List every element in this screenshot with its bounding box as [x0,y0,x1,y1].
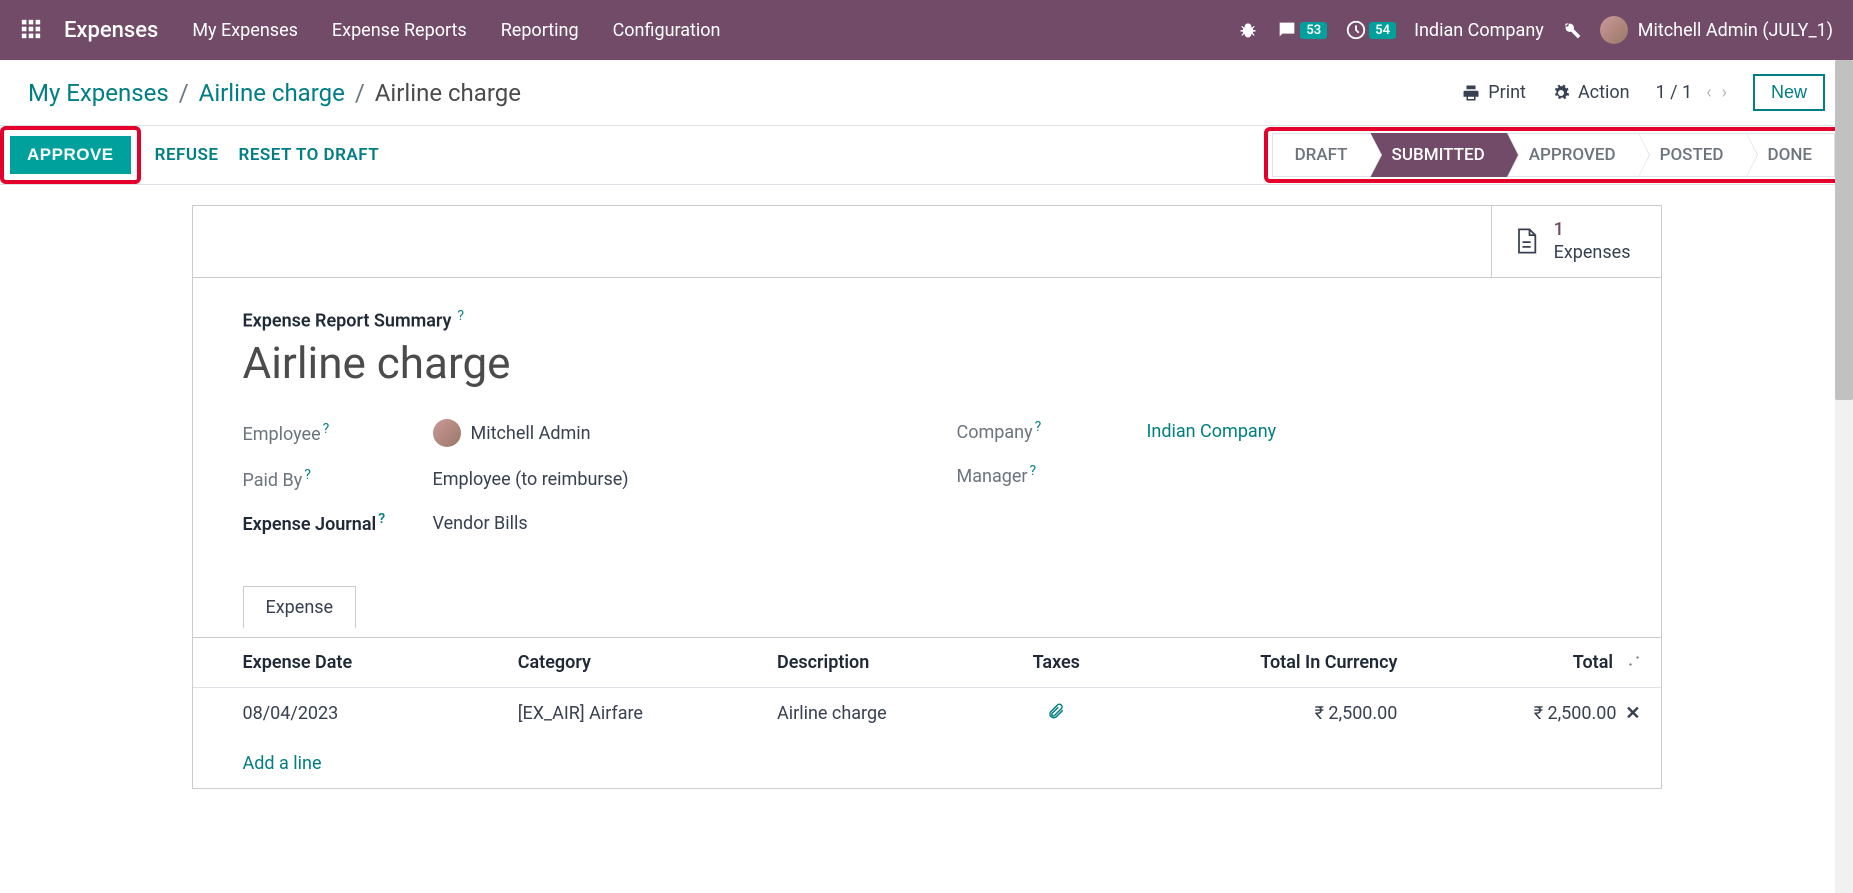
navbar-right: 53 54 Indian Company Mitchell Admin (JUL… [1238,16,1833,44]
nav-expense-reports[interactable]: Expense Reports [332,20,467,41]
cell-total: ₹ 2,500.00 [1534,703,1617,724]
th-category[interactable]: Category [518,638,777,688]
breadcrumb: My Expenses / Airline charge / Airline c… [28,79,521,107]
avatar-icon [1600,16,1628,44]
status-approved[interactable]: APPROVED [1507,133,1638,177]
top-navbar: Expenses My Expenses Expense Reports Rep… [0,0,1853,60]
help-icon[interactable]: ? [323,421,330,437]
help-icon[interactable]: ? [1030,463,1037,479]
statusbar-row: APPROVE REFUSE RESET TO DRAFT DRAFT SUBM… [0,126,1853,185]
user-menu[interactable]: Mitchell Admin (JULY_1) [1600,16,1833,44]
document-icon [1512,227,1540,255]
th-description[interactable]: Description [777,638,1006,688]
employee-value: Mitchell Admin [471,423,591,444]
cp-actions: Print Action 1 / 1 ‹ › New [1462,74,1825,111]
column-settings-icon[interactable] [1622,652,1640,673]
nav-links: My Expenses Expense Reports Reporting Co… [192,20,720,41]
breadcrumb-airline-charge[interactable]: Airline charge [199,79,345,107]
action-dropdown[interactable]: Action [1552,82,1630,103]
breadcrumb-current: Airline charge [375,79,521,107]
th-total-label: Total [1573,652,1613,673]
approve-button[interactable]: APPROVE [10,136,131,174]
nav-configuration[interactable]: Configuration [613,20,721,41]
company-selector[interactable]: Indian Company [1414,20,1544,41]
tools-icon[interactable] [1562,20,1582,40]
gear-icon [1552,84,1570,102]
messages-badge: 53 [1300,22,1327,39]
table-row[interactable]: 08/04/2023 [EX_AIR] Airfare Airline char… [193,688,1661,740]
delete-row-icon[interactable]: ✕ [1625,703,1640,724]
help-icon[interactable]: ? [1035,419,1042,435]
breadcrumb-sep: / [179,79,189,107]
status-posted[interactable]: POSTED [1638,133,1746,177]
stat-buttons: 1 Expenses [193,206,1661,278]
bug-icon[interactable] [1238,20,1258,40]
new-button[interactable]: New [1753,74,1825,111]
attachment-icon[interactable] [1047,704,1065,725]
pager: 1 / 1 ‹ › [1656,82,1727,103]
approve-highlight: APPROVE [0,126,141,184]
summary-label: Expense Report Summary [243,310,452,331]
reset-to-draft-button[interactable]: RESET TO DRAFT [239,145,380,165]
th-taxes[interactable]: Taxes [1006,638,1116,688]
tabs: Expense [243,585,1611,627]
manager-label: Manager? [957,463,1147,487]
add-line-button[interactable]: Add a line [193,739,1661,788]
th-total[interactable]: Total [1417,638,1660,688]
stat-count: 1 [1554,218,1631,241]
avatar-icon [433,419,461,447]
tab-expense[interactable]: Expense [243,586,357,628]
pager-text: 1 / 1 [1656,82,1693,103]
expense-table: Expense Date Category Description Taxes … [193,637,1661,788]
cell-category: [EX_AIR] Airfare [518,688,777,740]
breadcrumb-my-expenses[interactable]: My Expenses [28,79,169,107]
employee-field[interactable]: Mitchell Admin [433,419,591,447]
employee-label: Employee? [243,421,433,445]
paidby-field[interactable]: Employee (to reimburse) [433,469,629,490]
th-total-currency[interactable]: Total In Currency [1116,638,1417,688]
journal-label: Expense Journal? [243,511,433,535]
nav-reporting[interactable]: Reporting [501,20,579,41]
status-done[interactable]: DONE [1746,133,1835,177]
paidby-label: Paid By? [243,467,433,491]
control-panel: My Expenses / Airline charge / Airline c… [0,60,1853,126]
action-label: Action [1578,82,1630,103]
app-brand[interactable]: Expenses [64,18,158,43]
cell-total-currency: ₹ 2,500.00 [1116,688,1417,740]
journal-field[interactable]: Vendor Bills [433,513,528,534]
status-draft[interactable]: DRAFT [1272,133,1370,177]
print-icon [1462,84,1480,102]
messages-button[interactable]: 53 [1276,19,1327,41]
activities-badge: 54 [1369,22,1396,39]
status-submitted[interactable]: SUBMITTED [1370,133,1507,177]
activities-button[interactable]: 54 [1345,19,1396,41]
pager-next-icon[interactable]: › [1722,82,1727,103]
apps-icon[interactable] [20,18,44,42]
stat-expenses-button[interactable]: 1 Expenses [1491,206,1661,277]
cell-description: Airline charge [777,688,1006,740]
status-flow-highlight: DRAFT SUBMITTED APPROVED POSTED DONE [1264,127,1843,183]
print-label: Print [1488,82,1526,103]
pager-prev-icon[interactable]: ‹ [1706,82,1711,103]
help-icon[interactable]: ? [457,308,464,324]
stat-label: Expenses [1554,241,1631,264]
scrollbar[interactable] [1835,60,1853,893]
user-name: Mitchell Admin (JULY_1) [1638,20,1833,41]
breadcrumb-sep: / [355,79,365,107]
print-button[interactable]: Print [1462,82,1526,103]
company-label: Company? [957,419,1147,443]
refuse-button[interactable]: REFUSE [155,145,219,165]
form-sheet: 1 Expenses Expense Report Summary ? Airl… [192,205,1662,789]
record-title[interactable]: Airline charge [243,337,1611,389]
cell-date: 08/04/2023 [193,688,518,740]
help-icon[interactable]: ? [378,511,385,527]
th-date[interactable]: Expense Date [193,638,518,688]
help-icon[interactable]: ? [304,467,311,483]
company-field[interactable]: Indian Company [1147,421,1277,442]
nav-my-expenses[interactable]: My Expenses [192,20,298,41]
